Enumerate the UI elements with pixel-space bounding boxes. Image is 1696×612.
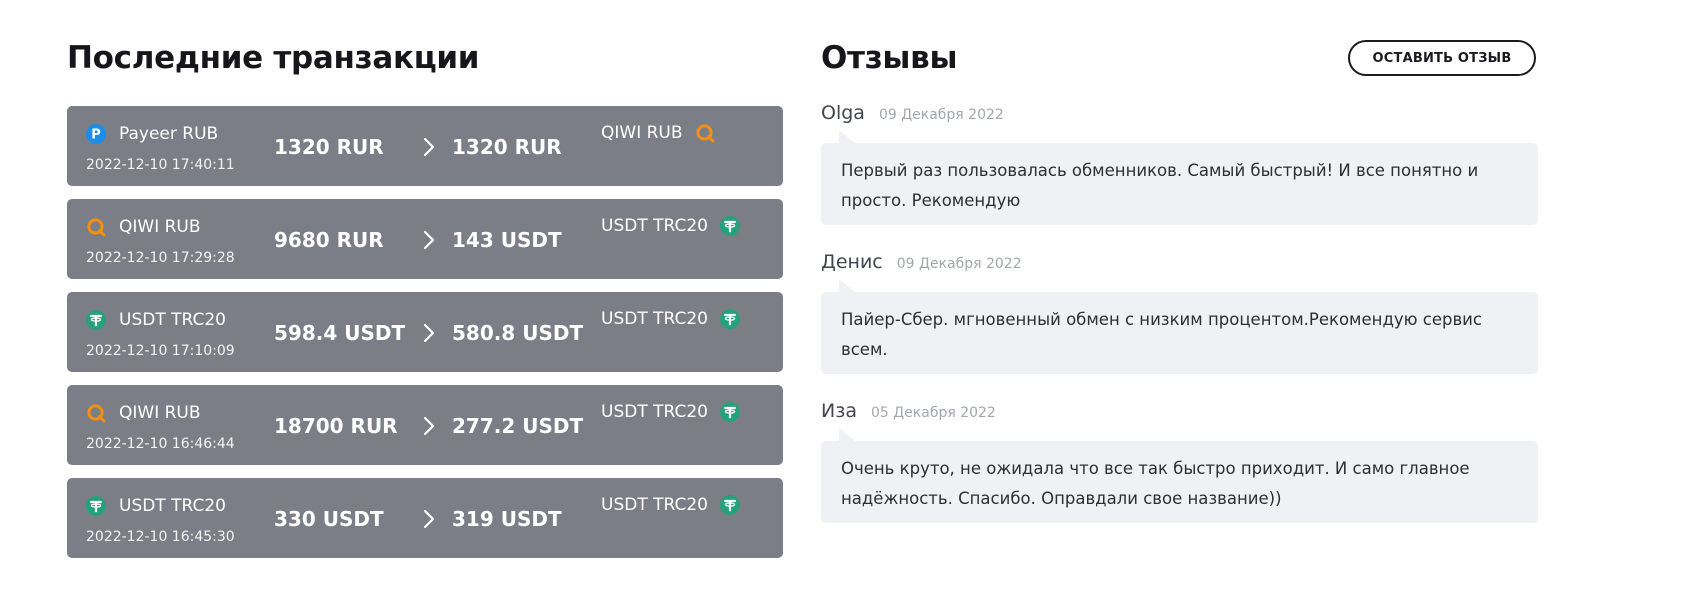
transaction-to: USDT TRC20 — [601, 215, 740, 237]
amount-from: 1320 RUR — [274, 135, 384, 159]
amount-to: 580.8 USDT — [452, 321, 584, 345]
amount-from: 18700 RUR — [274, 414, 398, 438]
transaction-from: USDT TRC20 — [86, 309, 226, 331]
to-currency: USDT TRC20 — [601, 402, 708, 422]
svg-text:P: P — [91, 128, 101, 143]
chevron-right-icon — [423, 323, 435, 343]
transaction-row[interactable]: QIWI RUB 2022-12-10 17:29:28 9680 RUR 14… — [67, 199, 783, 279]
speech-tail — [839, 428, 855, 441]
from-currency: Payeer RUB — [119, 124, 219, 144]
review-header: Иза 05 Декабря 2022 — [821, 398, 1538, 424]
reviews-title: Отзывы — [821, 40, 958, 76]
to-currency: QIWI RUB — [601, 123, 683, 143]
tether-icon — [719, 309, 740, 329]
review-header: Olga 09 Декабря 2022 — [821, 100, 1538, 126]
review-text: Пайер-Сбер. мгновенный обмен с низким пр… — [821, 292, 1538, 374]
amount-from: 9680 RUR — [274, 228, 384, 252]
review-author: Иза — [821, 400, 857, 422]
chevron-right-icon — [423, 230, 435, 250]
transactions-list: P Payeer RUB 2022-12-10 17:40:11 1320 RU… — [67, 106, 783, 571]
speech-tail — [839, 130, 855, 143]
from-currency: USDT TRC20 — [119, 310, 226, 330]
transaction-date: 2022-12-10 16:45:30 — [86, 529, 235, 545]
from-currency: QIWI RUB — [119, 217, 201, 237]
transaction-date: 2022-12-10 17:40:11 — [86, 157, 235, 173]
review-text: Очень круто, не ожидала что все так быст… — [821, 441, 1538, 523]
amount-to: 143 USDT — [452, 228, 562, 252]
transaction-to: USDT TRC20 — [601, 401, 740, 423]
transactions-title: Последние транзакции — [67, 40, 480, 76]
chevron-right-icon — [423, 509, 435, 529]
tether-icon — [86, 496, 106, 516]
to-currency: USDT TRC20 — [601, 495, 708, 515]
tether-icon — [719, 495, 740, 515]
transaction-row[interactable]: USDT TRC20 2022-12-10 16:45:30 330 USDT … — [67, 478, 783, 558]
transaction-from: QIWI RUB — [86, 216, 201, 238]
transaction-date: 2022-12-10 17:29:28 — [86, 250, 235, 266]
transaction-date: 2022-12-10 16:46:44 — [86, 436, 235, 452]
transaction-row[interactable]: QIWI RUB 2022-12-10 16:46:44 18700 RUR 2… — [67, 385, 783, 465]
transaction-row[interactable]: USDT TRC20 2022-12-10 17:10:09 598.4 USD… — [67, 292, 783, 372]
speech-tail — [839, 279, 855, 292]
review-item: Денис 09 Декабря 2022 Пайер-Сбер. мгнове… — [821, 249, 1538, 374]
qiwi-icon — [86, 217, 106, 237]
transaction-to: USDT TRC20 — [601, 308, 740, 330]
transaction-date: 2022-12-10 17:10:09 — [86, 343, 235, 359]
amount-to: 277.2 USDT — [452, 414, 584, 438]
review-date: 05 Декабря 2022 — [870, 405, 996, 421]
amount-to: 319 USDT — [452, 507, 562, 531]
transaction-to: QIWI RUB — [601, 122, 715, 144]
transaction-from: QIWI RUB — [86, 402, 201, 424]
review-author: Денис — [821, 251, 883, 273]
tether-icon — [719, 216, 740, 236]
chevron-right-icon — [423, 416, 435, 436]
from-currency: USDT TRC20 — [119, 496, 226, 516]
leave-review-button[interactable]: ОСТАВИТЬ ОТЗЫВ — [1348, 40, 1536, 76]
to-currency: USDT TRC20 — [601, 309, 708, 329]
transaction-to: USDT TRC20 — [601, 494, 740, 516]
review-text: Первый раз пользовалась обменников. Самы… — [821, 143, 1538, 225]
amount-from: 330 USDT — [274, 507, 384, 531]
tether-icon — [86, 310, 106, 330]
chevron-right-icon — [423, 137, 435, 157]
tether-icon — [719, 402, 740, 422]
review-item: Иза 05 Декабря 2022 Очень круто, не ожид… — [821, 398, 1538, 523]
transaction-from: USDT TRC20 — [86, 495, 226, 517]
review-author: Olga — [821, 102, 865, 124]
review-date: 09 Декабря 2022 — [896, 256, 1022, 272]
review-header: Денис 09 Декабря 2022 — [821, 249, 1538, 275]
qiwi-icon — [695, 123, 715, 143]
review-date: 09 Декабря 2022 — [878, 107, 1004, 123]
qiwi-icon — [86, 403, 106, 423]
payeer-icon: P — [86, 124, 106, 144]
review-item: Olga 09 Декабря 2022 Первый раз пользова… — [821, 100, 1538, 225]
to-currency: USDT TRC20 — [601, 216, 708, 236]
amount-to: 1320 RUR — [452, 135, 562, 159]
transaction-from: P Payeer RUB — [86, 123, 218, 145]
transaction-row[interactable]: P Payeer RUB 2022-12-10 17:40:11 1320 RU… — [67, 106, 783, 186]
amount-from: 598.4 USDT — [274, 321, 406, 345]
from-currency: QIWI RUB — [119, 403, 201, 423]
